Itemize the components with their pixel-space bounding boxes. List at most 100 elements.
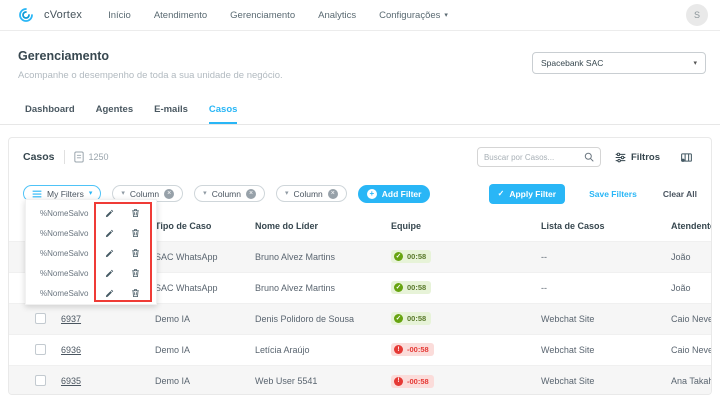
header-atendente: Atendente (671, 211, 711, 241)
saved-filter-label: %NomeSalvo (40, 209, 105, 218)
cell-lista: -- (536, 272, 671, 303)
sla-value: -00:58 (407, 345, 429, 354)
row-checkbox[interactable] (35, 313, 46, 324)
edit-icon[interactable] (105, 249, 114, 258)
row-checkbox[interactable] (35, 344, 46, 355)
sla-value: -00:58 (407, 377, 429, 386)
row-checkbox[interactable] (35, 375, 46, 386)
header-lista: Lista de Casos (536, 211, 671, 241)
tab-casos[interactable]: Casos (209, 104, 238, 124)
check-icon: ✓ (394, 283, 403, 292)
edit-icon[interactable] (105, 229, 114, 238)
check-icon: ✓ (394, 252, 403, 261)
saved-filter-item[interactable]: %NomeSalvo (26, 203, 156, 223)
cell-lider: Letícia Araújo (255, 334, 386, 365)
tab-dashboard[interactable]: Dashboard (25, 104, 75, 124)
saved-filter-item[interactable]: %NomeSalvo (26, 243, 156, 263)
app-window: cVortex Início Atendimento Gerenciamento… (0, 0, 720, 401)
tab-emails[interactable]: E-mails (154, 104, 188, 124)
casos-card-header: Casos 1250 (9, 138, 711, 176)
search-box (477, 147, 601, 167)
cell-atendente: Ana Takahashi (671, 365, 711, 395)
delete-icon[interactable] (131, 268, 140, 278)
edit-icon[interactable] (105, 289, 114, 298)
cell-atendente: Caio Neves (671, 303, 711, 334)
main-nav: Início Atendimento Gerenciamento Analyti… (108, 10, 448, 21)
case-number-link[interactable]: 6935 (61, 376, 81, 386)
sla-value: 00:58 (407, 314, 426, 323)
table-columns-icon (680, 151, 693, 164)
page-subtitle: Acompanhe o desempenho de toda a sua uni… (18, 70, 283, 81)
nav-item-gerenciamento[interactable]: Gerenciamento (230, 10, 295, 21)
delete-icon[interactable] (131, 288, 140, 298)
case-number-link[interactable]: 6937 (61, 314, 81, 324)
filters-button[interactable]: Filtros (615, 152, 660, 163)
sla-badge: ! -00:58 (391, 343, 434, 356)
sla-badge: ✓00:58 (391, 281, 431, 294)
cell-lider: Web User 5541 (255, 365, 386, 395)
case-number-link[interactable]: 6936 (61, 345, 81, 355)
cell-atendente: João (671, 272, 711, 303)
business-unit-select[interactable]: Spacebank SAC ▾ (532, 52, 706, 74)
nav-item-atendimento[interactable]: Atendimento (154, 10, 207, 21)
chevron-down-icon: ▾ (693, 60, 697, 67)
sla-badge: ✓00:58 (391, 312, 431, 325)
delete-icon[interactable] (131, 248, 140, 258)
close-icon[interactable]: × (328, 189, 338, 199)
cell-atendente: João (671, 241, 711, 272)
delete-icon[interactable] (131, 228, 140, 238)
saved-filter-item[interactable]: %NomeSalvo (26, 223, 156, 243)
chevron-down-icon: ▾ (121, 190, 125, 197)
document-icon (74, 151, 84, 163)
alert-icon: ! (394, 345, 403, 354)
table-row: 6935 Demo IA Web User 5541 !-00:58 Webch… (9, 365, 711, 395)
clear-all-link[interactable]: Clear All (663, 189, 697, 199)
header-tipo: Tipo de Caso (155, 211, 255, 241)
search-input[interactable] (484, 153, 584, 162)
saved-filters-menu: %NomeSalvo %NomeSalvo %NomeSalvo %NomeSa… (25, 199, 157, 305)
cell-tipo: SAC WhatsApp (155, 272, 255, 303)
cell-lider: Bruno Alvez Martins (255, 272, 386, 303)
tab-agentes[interactable]: Agentes (96, 104, 133, 124)
close-icon[interactable]: × (164, 189, 174, 199)
nav-item-analytics[interactable]: Analytics (318, 10, 356, 21)
sla-value: 00:58 (407, 252, 426, 261)
edit-icon[interactable] (105, 269, 114, 278)
nav-item-inicio[interactable]: Início (108, 10, 131, 21)
nav-item-configuracoes[interactable]: Configurações ▾ (379, 10, 448, 21)
my-filters-label: My Filters (47, 189, 84, 199)
saved-filter-item[interactable]: %NomeSalvo (26, 283, 156, 303)
casos-title: Casos (23, 151, 55, 163)
cell-atendente: Caio Neves (671, 334, 711, 365)
avatar[interactable]: S (686, 4, 708, 26)
add-filter-button[interactable]: + Add Filter (358, 185, 431, 203)
column-filter-chip[interactable]: ▾ Column × (194, 185, 265, 202)
page-title: Gerenciamento (18, 49, 109, 63)
edit-icon[interactable] (105, 209, 114, 218)
delete-icon[interactable] (131, 208, 140, 218)
cell-tipo: Demo IA (155, 334, 255, 365)
sla-badge: ! -00:58 (391, 375, 434, 388)
cell-tipo: Demo IA (155, 365, 255, 395)
column-chip-label: Column (294, 189, 323, 199)
cell-lista: -- (536, 241, 671, 272)
table-row: 6936 Demo IA Letícia Araújo !-00:58 Webc… (9, 334, 711, 365)
search-icon[interactable] (584, 152, 594, 162)
casos-count: 1250 (89, 152, 109, 162)
chevron-down-icon: ▾ (203, 190, 207, 197)
cell-lider: Denis Polidoro de Sousa (255, 303, 386, 334)
apply-filter-button[interactable]: ✓ Apply Filter (489, 184, 565, 204)
alert-icon: ! (394, 377, 403, 386)
brand[interactable]: cVortex (18, 7, 82, 23)
top-navigation: cVortex Início Atendimento Gerenciamento… (0, 0, 720, 31)
close-icon[interactable]: × (246, 189, 256, 199)
saved-filter-item[interactable]: %NomeSalvo (26, 263, 156, 283)
chevron-down-icon: ▾ (89, 190, 93, 197)
save-filters-link[interactable]: Save Filters (589, 189, 637, 199)
column-filter-chip[interactable]: ▾ Column × (276, 185, 347, 202)
chevron-down-icon: ▾ (444, 12, 448, 19)
saved-filter-label: %NomeSalvo (40, 249, 105, 258)
filters-button-label: Filtros (631, 152, 660, 163)
column-settings-button[interactable] (680, 151, 693, 164)
sla-badge: ✓ 00:58 (391, 250, 431, 263)
